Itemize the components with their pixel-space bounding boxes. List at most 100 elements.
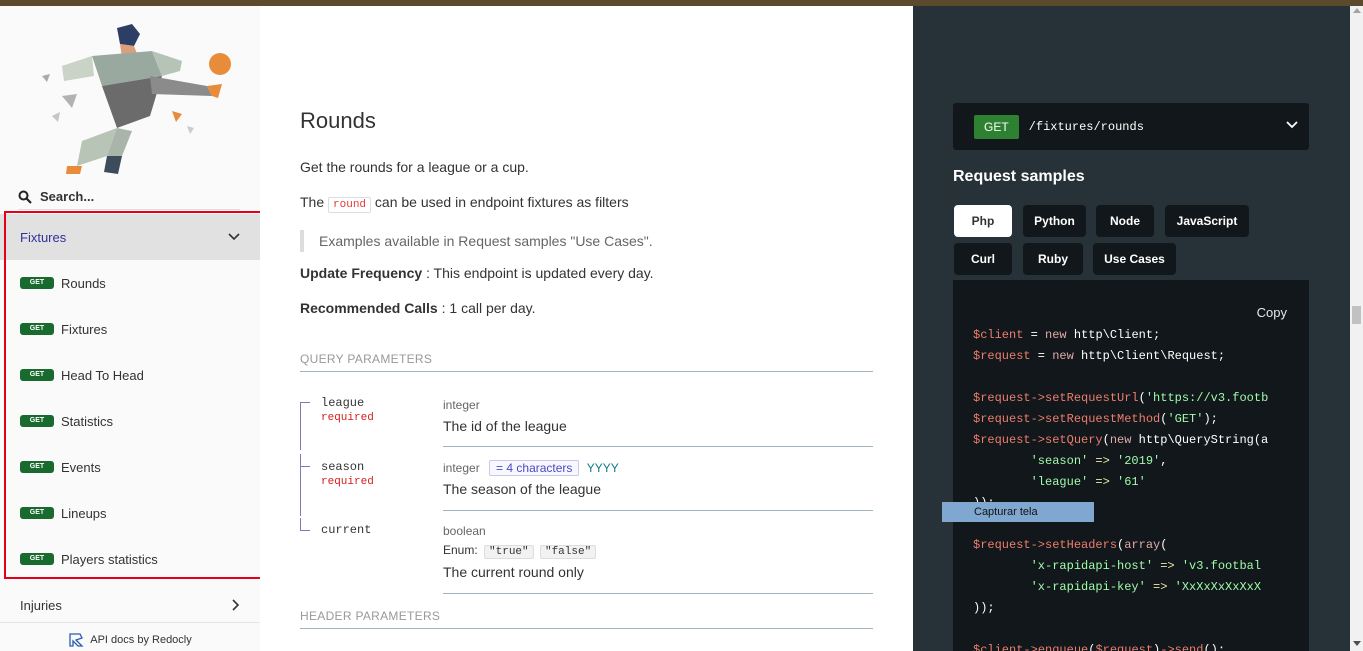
param-season: season required integer = 4 characters Y… <box>300 454 873 516</box>
get-method-badge: GET <box>20 323 54 335</box>
param-constraint: = 4 characters <box>489 460 580 476</box>
param-name: current <box>321 523 372 537</box>
code-line: 'season' => '2019', <box>1030 454 1168 468</box>
description-text: Get the rounds for a league or a cup. <box>300 159 529 175</box>
param-enum-row: Enum: "true" "false" <box>443 543 597 559</box>
param-name: season <box>321 460 365 474</box>
param-enum-label: Enum: <box>443 543 478 557</box>
scroll-thumb[interactable] <box>1352 306 1361 324</box>
sidebar-item-label: Statistics <box>61 413 114 429</box>
search-input[interactable] <box>40 189 230 204</box>
param-enum-value: "true" <box>484 545 534 559</box>
sidebar-item-rounds[interactable]: GET Rounds <box>0 260 260 306</box>
recommended-calls-label: Recommended Calls <box>300 300 438 316</box>
code-line: )); <box>973 601 995 615</box>
recommended-calls-value: : 1 call per day. <box>437 300 536 316</box>
menu-group-label: Fixtures <box>20 229 67 245</box>
tab-use-cases[interactable]: Use Cases <box>1093 243 1176 275</box>
param-description: The id of the league <box>443 418 567 434</box>
param-type: boolean <box>443 524 486 538</box>
param-divider <box>443 510 873 511</box>
param-name: league <box>321 396 365 410</box>
menu-group-header-injuries[interactable]: Injuries <box>0 586 260 624</box>
tab-node[interactable]: Node <box>1096 205 1154 237</box>
code-sample-box: Copy $client = new http\Client; $request … <box>953 280 1309 651</box>
tree-line <box>300 454 312 516</box>
param-required: required <box>321 412 374 424</box>
code-sample: $client = new http\Client; $request = new… <box>973 325 1268 651</box>
param-type-row: integer = 4 characters YYYY <box>443 460 619 476</box>
round-prefix: The <box>300 194 325 210</box>
sidebar-item-label: Head To Head <box>61 367 144 383</box>
tree-tick <box>300 466 310 467</box>
tab-python[interactable]: Python <box>1023 205 1086 237</box>
tree-line <box>300 518 312 530</box>
code-line: 'x-rapidapi-host' => 'v3.footbal <box>1030 559 1262 573</box>
endpoint-selector[interactable]: GET /fixtures/rounds <box>953 103 1309 150</box>
param-league: league required integer The id of the le… <box>300 390 873 450</box>
tab-php[interactable]: Php <box>954 205 1012 237</box>
code-line: $request = new http\Client\Request; <box>973 349 1226 363</box>
code-line: $request->setRequestUrl('https://v3.foot… <box>973 391 1269 405</box>
round-code: round <box>328 197 372 213</box>
sidebar-item-label: Players statistics <box>61 551 158 567</box>
param-required: required <box>321 476 374 488</box>
sidebar-item-label: Rounds <box>61 275 106 291</box>
chevron-down-icon <box>1286 121 1298 129</box>
code-line: $client = new http\Client; <box>973 328 1161 342</box>
scroll-down-arrow-icon[interactable] <box>1353 641 1361 646</box>
get-method-badge: GET <box>20 507 54 519</box>
sidebar-item-label: Fixtures <box>61 321 108 337</box>
tab-curl[interactable]: Curl <box>954 243 1012 275</box>
chevron-down-icon <box>228 233 240 241</box>
http-method-badge: GET <box>974 114 1019 139</box>
param-pattern: YYYY <box>586 461 619 475</box>
get-method-badge: GET <box>20 553 54 565</box>
get-method-badge: GET <box>20 461 54 473</box>
sidebar-item-events[interactable]: GET Events <box>0 444 260 490</box>
chevron-right-icon <box>232 599 240 611</box>
page-scrollbar[interactable] <box>1350 6 1363 651</box>
redocly-footer-link[interactable]: API docs by Redocly <box>0 622 260 651</box>
round-suffix: can be used in endpoint fixtures as filt… <box>374 194 629 210</box>
param-divider <box>443 446 873 447</box>
code-line: 'x-rapidapi-key' => 'XxXxXxXxXxX <box>1030 580 1262 594</box>
search-bar <box>18 184 240 210</box>
update-frequency-value: : This endpoint is updated every day. <box>422 265 654 281</box>
page-title: Rounds <box>300 108 376 133</box>
sidebar-item-lineups[interactable]: GET Lineups <box>0 490 260 536</box>
recommended-calls-text: Recommended Calls : 1 call per day. <box>300 300 536 316</box>
code-line: $request->setHeaders(array( <box>973 538 1168 552</box>
tab-javascript[interactable]: JavaScript <box>1165 205 1249 237</box>
header-parameters-header: HEADER PARAMETERS <box>300 609 873 629</box>
tree-tick <box>300 402 310 403</box>
get-method-badge: GET <box>20 415 54 427</box>
sidebar-item-fixtures[interactable]: GET Fixtures <box>0 306 260 352</box>
get-method-badge: GET <box>20 369 54 381</box>
copy-button[interactable]: Copy <box>1257 305 1287 320</box>
sidebar-item-head-to-head[interactable]: GET Head To Head <box>0 352 260 398</box>
request-samples-title: Request samples <box>953 168 1085 185</box>
sidebar-item-players-statistics[interactable]: GET Players statistics <box>0 536 260 582</box>
update-frequency-text: Update Frequency : This endpoint is upda… <box>300 265 654 281</box>
tab-ruby[interactable]: Ruby <box>1023 243 1083 275</box>
endpoint-path: /fixtures/rounds <box>1028 119 1144 134</box>
param-description: The season of the league <box>443 481 602 497</box>
code-line: $request->setRequestMethod('GET'); <box>973 412 1218 426</box>
scroll-up-arrow-icon[interactable] <box>1353 8 1361 13</box>
tree-tick <box>300 530 310 531</box>
query-parameters-header: QUERY PARAMETERS <box>300 352 873 372</box>
search-icon <box>18 190 32 204</box>
param-current: current boolean Enum: "true" "false" The… <box>300 518 873 596</box>
examples-note: Examples available in Request samples "U… <box>300 230 653 252</box>
soccer-player-logo <box>42 24 231 174</box>
param-divider <box>443 593 873 594</box>
redocly-footer-text: API docs by Redocly <box>90 634 192 646</box>
tree-line <box>300 402 312 450</box>
menu-group-header-fixtures[interactable]: Fixtures <box>0 214 260 260</box>
param-type: integer <box>443 398 480 412</box>
update-frequency-label: Update Frequency <box>300 265 423 281</box>
sidebar-item-statistics[interactable]: GET Statistics <box>0 398 260 444</box>
code-line: $request->setQuery(new http\QueryString(… <box>973 433 1269 447</box>
sidebar-item-label: Lineups <box>61 505 107 521</box>
